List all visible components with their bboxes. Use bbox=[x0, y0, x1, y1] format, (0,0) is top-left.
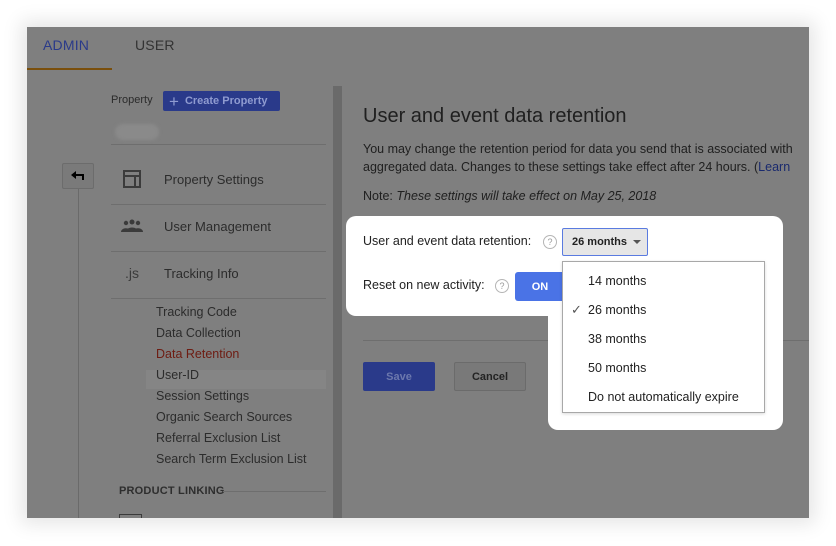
sidebar-scrollbar[interactable] bbox=[333, 86, 342, 518]
back-button[interactable] bbox=[62, 163, 94, 189]
js-icon: .js bbox=[125, 265, 139, 281]
property-label: Property bbox=[111, 94, 153, 106]
users-icon bbox=[121, 216, 143, 236]
retention-select[interactable]: 26 months bbox=[562, 228, 648, 256]
sidebar-item-label: Tracking Info bbox=[164, 265, 239, 281]
sidebar-item-label: Property Settings bbox=[164, 171, 264, 187]
note-text: These settings will take effect on May 2… bbox=[396, 189, 657, 203]
sidebar: Property + Create Property Property Sett… bbox=[111, 87, 326, 518]
reset-label: Reset on new activity: bbox=[363, 278, 485, 292]
sidebar-item-label: User Management bbox=[164, 218, 271, 234]
divider bbox=[111, 298, 326, 299]
save-button[interactable]: Save bbox=[363, 362, 435, 391]
divider bbox=[223, 491, 326, 492]
learn-more-link[interactable]: Learn bbox=[758, 160, 790, 174]
sidebar-item-property-settings[interactable]: Property Settings bbox=[121, 169, 264, 189]
dropdown-option-26-months[interactable]: 26 months bbox=[588, 303, 646, 317]
description-text: aggregated data. Changes to these settin… bbox=[363, 160, 759, 174]
product-linking-header: PRODUCT LINKING bbox=[119, 485, 225, 497]
product-linking-icon bbox=[119, 514, 142, 518]
sidebar-subitem-search-term-exclusion-list[interactable]: Search Term Exclusion List bbox=[156, 452, 307, 466]
create-property-label: Create Property bbox=[184, 95, 268, 107]
divider bbox=[111, 204, 326, 205]
divider bbox=[111, 144, 326, 145]
note-prefix: Note: bbox=[363, 189, 393, 203]
sidebar-subitem-data-collection[interactable]: Data Collection bbox=[156, 326, 241, 340]
sidebar-item-tracking-info[interactable]: .js Tracking Info bbox=[121, 263, 239, 283]
sidebar-subitem-tracking-code[interactable]: Tracking Code bbox=[156, 305, 237, 319]
sidebar-subitem-session-settings[interactable]: Session Settings bbox=[156, 389, 249, 403]
dropdown-option-do-not-expire[interactable]: Do not automatically expire bbox=[588, 390, 739, 404]
sidebar-item-user-management[interactable]: User Management bbox=[121, 216, 271, 236]
description-line-1: You may change the retention period for … bbox=[363, 142, 793, 156]
active-tab-indicator bbox=[27, 68, 112, 70]
help-icon[interactable]: ? bbox=[543, 235, 557, 249]
description: You may change the retention period for … bbox=[363, 140, 793, 176]
arrow-back-icon bbox=[71, 171, 84, 180]
dropdown-option-38-months[interactable]: 38 months bbox=[588, 332, 646, 346]
create-property-button[interactable]: + Create Property bbox=[163, 91, 280, 111]
description-line-2: aggregated data. Changes to these settin… bbox=[363, 158, 793, 176]
rail-line bbox=[78, 163, 79, 518]
sidebar-subitem-referral-exclusion-list[interactable]: Referral Exclusion List bbox=[156, 431, 280, 445]
retention-dropdown-menu: 14 months ✓ 26 months 38 months 50 month… bbox=[562, 261, 765, 413]
check-icon: ✓ bbox=[571, 302, 582, 317]
cancel-button[interactable]: Cancel bbox=[454, 362, 526, 391]
caret-down-icon bbox=[633, 240, 642, 244]
tab-user[interactable]: USER bbox=[135, 37, 175, 53]
sidebar-subitem-data-retention[interactable]: Data Retention bbox=[156, 347, 239, 361]
tab-admin[interactable]: ADMIN bbox=[43, 37, 89, 53]
retention-select-value: 26 months bbox=[572, 236, 628, 248]
page-title: User and event data retention bbox=[363, 105, 627, 127]
retention-label: User and event data retention: bbox=[363, 234, 532, 248]
sidebar-subitem-organic-search-sources[interactable]: Organic Search Sources bbox=[156, 410, 292, 424]
plus-icon: + bbox=[169, 91, 179, 111]
note: Note: These settings will take effect on… bbox=[363, 189, 656, 203]
help-icon[interactable]: ? bbox=[495, 279, 509, 293]
sidebar-subitem-user-id[interactable]: User-ID bbox=[156, 368, 199, 382]
property-settings-icon bbox=[121, 169, 143, 189]
divider bbox=[111, 251, 326, 252]
dropdown-option-50-months[interactable]: 50 months bbox=[588, 361, 646, 375]
reset-toggle-on[interactable]: ON bbox=[515, 272, 565, 301]
dropdown-option-14-months[interactable]: 14 months bbox=[588, 274, 646, 288]
property-selector-redacted[interactable] bbox=[115, 124, 159, 140]
